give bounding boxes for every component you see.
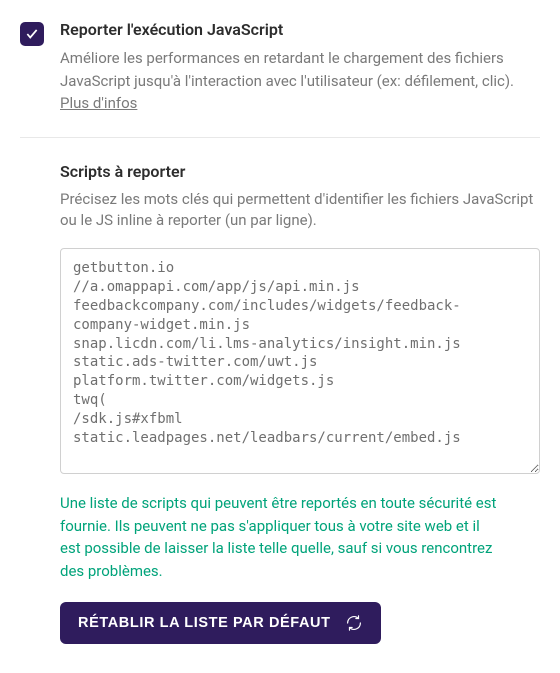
scripts-textarea[interactable] xyxy=(60,248,540,474)
more-info-link[interactable]: Plus d'infos xyxy=(60,94,137,112)
defer-js-title: Reporter l'exécution JavaScript xyxy=(60,20,540,39)
scripts-hint: Une liste de scripts qui peuvent être re… xyxy=(60,492,500,582)
defer-js-row: Reporter l'exécution JavaScript Améliore… xyxy=(20,20,540,115)
scripts-title: Scripts à reporter xyxy=(60,162,540,181)
defer-js-text: Reporter l'exécution JavaScript Améliore… xyxy=(60,20,540,115)
refresh-icon xyxy=(345,614,363,632)
defer-js-description-text: Améliore les performances en retardant l… xyxy=(60,49,514,90)
defer-js-checkbox[interactable] xyxy=(20,22,44,46)
scripts-description: Précisez les mots clés qui permettent d'… xyxy=(60,189,540,233)
restore-button-label: RÉTABLIR LA LISTE PAR DÉFAUT xyxy=(78,615,331,631)
restore-default-button[interactable]: RÉTABLIR LA LISTE PAR DÉFAUT xyxy=(60,602,381,644)
scripts-textarea-wrap xyxy=(60,248,540,478)
scripts-section: Scripts à reporter Précisez les mots clé… xyxy=(20,138,540,645)
check-icon xyxy=(25,27,39,41)
settings-panel: Reporter l'exécution JavaScript Améliore… xyxy=(0,0,560,664)
defer-js-description: Améliore les performances en retardant l… xyxy=(60,47,540,115)
